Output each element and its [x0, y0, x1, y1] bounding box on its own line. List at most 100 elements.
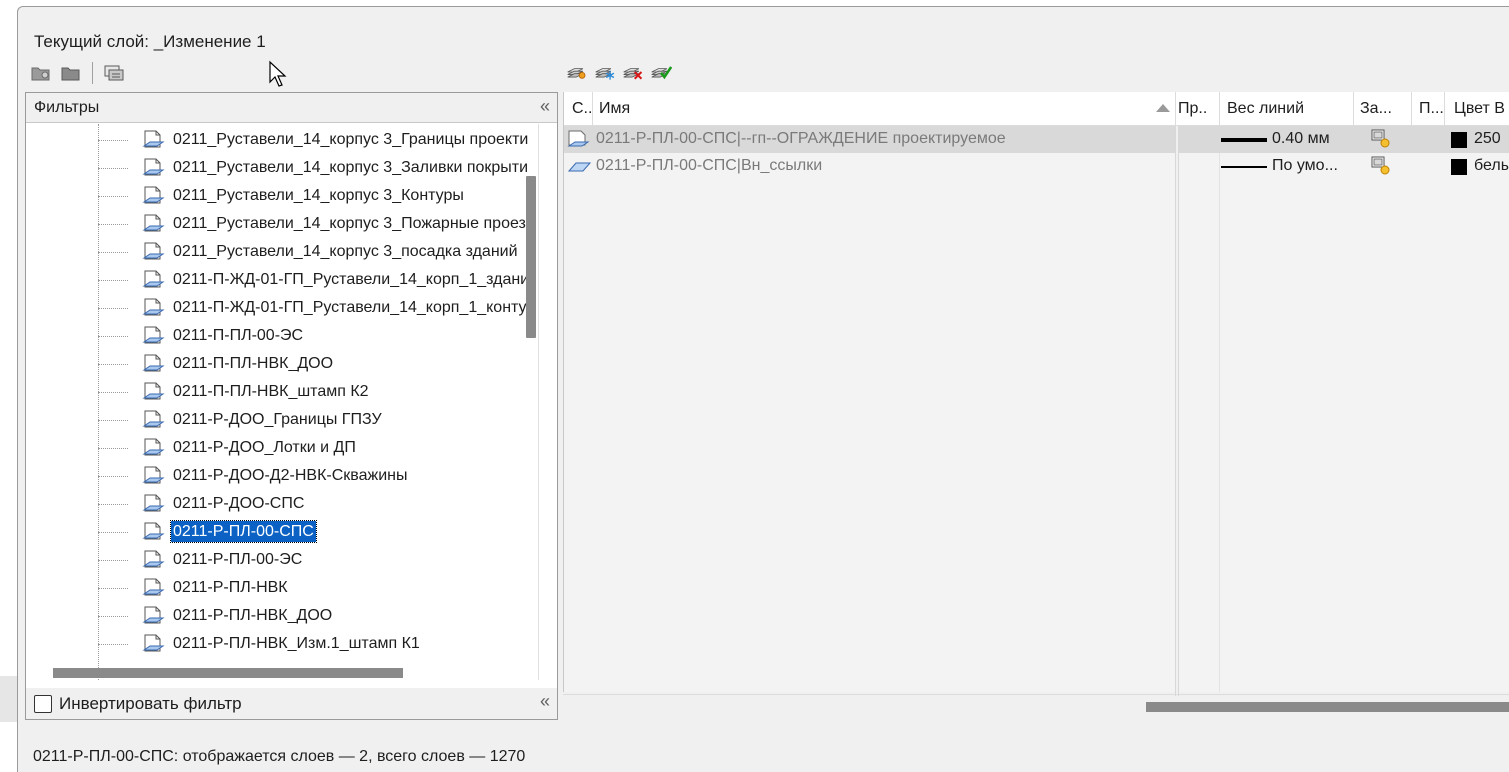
filter-tree-item-label: 0211-Р-ПЛ-НВК_Изм.1_штамп К1: [173, 635, 420, 652]
xref-filter-icon: [142, 381, 166, 403]
delete-layer-icon[interactable]: [622, 62, 644, 82]
layer-row[interactable]: 0211-Р-ПЛ-00-СПС|Вн_ссылки По умо... бел…: [564, 153, 1509, 180]
filter-tree-item[interactable]: 0211-Р-ДОО_Лотки и ДП: [26, 434, 536, 462]
vp-freeze-sun-icon[interactable]: [1370, 128, 1394, 150]
filter-tree-item[interactable]: 0211-Р-ДОО_Границы ГПЗУ: [26, 406, 536, 434]
filter-tree-item[interactable]: 0211-Р-ДОО-Д2-НВК-Скважины: [26, 462, 536, 490]
filter-tree-item[interactable]: 0211-П-ПЛ-00-ЭС: [26, 322, 536, 350]
collapse-bottom-button[interactable]: «: [540, 691, 550, 712]
filter-tree-item-label: 0211-Р-ДОО_Границы ГПЗУ: [173, 411, 382, 428]
filter-tree-item[interactable]: 0211-П-ЖД-01-ГП_Руставели_14_корп_1_конт…: [26, 294, 536, 322]
lineweight-sample: [1221, 166, 1267, 168]
filter-tree-item-label: 0211-Р-ДОО-Д2-НВК-Скважины: [173, 467, 408, 484]
tree-connector: [98, 448, 128, 449]
column-status[interactable]: С..: [572, 100, 592, 118]
left-strip-block: [0, 676, 18, 722]
column-separator[interactable]: [1353, 92, 1354, 126]
filter-tree-item-label: 0211-Р-ДОО-СПС: [173, 495, 305, 512]
filter-tree-item[interactable]: 0211-Р-ПЛ-00-ЭС: [26, 546, 536, 574]
column-lineweight[interactable]: Вес линий: [1227, 100, 1304, 118]
filter-tree-item[interactable]: 0211-Р-ПЛ-НВК_Изм.1_штамп К1: [26, 630, 536, 658]
column-separator[interactable]: [1219, 92, 1220, 126]
filter-tree-item-label: 0211_Руставели_14_корпус 3_Контуры: [173, 187, 464, 204]
column-freeze-new-vp[interactable]: За...: [1360, 100, 1392, 118]
filter-tree-item[interactable]: 0211_Руставели_14_корпус 3_Границы проек…: [26, 126, 536, 154]
tree-connector: [98, 196, 128, 197]
column-separator[interactable]: [592, 92, 593, 126]
filter-tree-item-label: 0211-П-ПЛ-НВК_ДОО: [173, 355, 334, 372]
new-layer-icon[interactable]: [566, 62, 588, 82]
xref-layer-icon: [566, 128, 592, 150]
vp-freeze-sun-icon[interactable]: [1370, 155, 1394, 177]
layers-grid-header: С.. Имя Пр.. Вес линий За... П... Цвет В: [564, 92, 1509, 126]
layer-name: 0211-Р-ПЛ-00-СПС|Вн_ссылки: [596, 157, 823, 174]
filter-tree-item-label: 0211_Руставели_14_корпус 3_Границы проек…: [173, 131, 529, 148]
current-layer-label: Текущий слой: _Изменение 1: [34, 32, 266, 51]
filter-tree: 0211_Руставели_14_корпус 3_Границы проек…: [26, 124, 536, 680]
filter-tree-item[interactable]: 0211-Р-ПЛ-00-СПС: [26, 518, 536, 546]
filter-tree-item[interactable]: 0211-Р-ДОО-СПС: [26, 490, 536, 518]
xref-filter-icon: [142, 577, 166, 599]
filter-tree-item-label: 0211-Р-ПЛ-НВК_ДОО: [173, 607, 333, 624]
invert-filter-label[interactable]: Инвертировать фильтр: [59, 694, 242, 714]
layer-color[interactable]: белы: [1474, 157, 1509, 175]
collapse-filters-button[interactable]: «: [540, 96, 550, 117]
filter-tree-item[interactable]: 0211-П-ПЛ-НВК_штамп К2: [26, 378, 536, 406]
tree-connector: [98, 644, 128, 645]
column-vp-color[interactable]: Цвет В: [1454, 100, 1505, 118]
tree-connector: [98, 168, 128, 169]
tree-connector: [98, 252, 128, 253]
tree-connector: [98, 616, 128, 617]
color-swatch[interactable]: [1451, 132, 1467, 148]
filter-tree-item-label: 0211_Руставели_14_корпус 3_Заливки покры…: [173, 159, 529, 176]
filter-tree-item[interactable]: 0211_Руставели_14_корпус 3_Заливки покры…: [26, 154, 536, 182]
filter-tree-item[interactable]: 0211_Руставели_14_корпус 3_посадка здани…: [26, 238, 536, 266]
layer-lineweight[interactable]: По умо...: [1272, 157, 1338, 175]
xref-filter-icon: [142, 297, 166, 319]
tree-connector: [98, 476, 128, 477]
xref-filter-icon: [142, 241, 166, 263]
tree-connector: [98, 420, 128, 421]
layer-color[interactable]: 250: [1474, 130, 1501, 148]
filter-tree-scroll-thumb[interactable]: [526, 176, 536, 338]
filter-tree-item[interactable]: 0211_Руставели_14_корпус 3_Контуры: [26, 182, 536, 210]
tree-connector: [98, 504, 128, 505]
column-separator[interactable]: [1175, 92, 1176, 126]
new-property-filter-icon[interactable]: [30, 63, 52, 83]
layer-states-manager-icon[interactable]: [103, 63, 125, 83]
column-separator[interactable]: [1444, 92, 1445, 126]
column-plot[interactable]: П...: [1419, 100, 1444, 118]
column-line: [1219, 126, 1220, 692]
tree-connector: [98, 308, 128, 309]
filter-tree-item[interactable]: 0211-П-ЖД-01-ГП_Руставели_14_корп_1_здан…: [26, 266, 536, 294]
toolbar-separator: [92, 62, 93, 84]
layer-row[interactable]: 0211-Р-ПЛ-00-СПС|--гп--ОГРАЖДЕНИЕ проект…: [564, 126, 1509, 153]
xref-filter-icon: [142, 157, 166, 179]
filter-tree-item[interactable]: 0211-Р-ПЛ-НВК_ДОО: [26, 602, 536, 630]
invert-filter-checkbox[interactable]: [34, 695, 52, 713]
new-group-filter-icon[interactable]: [60, 63, 82, 83]
tree-connector: [98, 140, 128, 141]
xref-filter-icon: [142, 633, 166, 655]
filter-tree-hscroll-thumb[interactable]: [53, 668, 403, 678]
new-layer-vp-frozen-icon[interactable]: [594, 62, 616, 82]
layer-lineweight[interactable]: 0.40 мм: [1272, 130, 1330, 148]
filter-tree-scrollbar[interactable]: [538, 124, 556, 680]
filter-tree-item[interactable]: 0211-П-ПЛ-НВК_ДОО: [26, 350, 536, 378]
set-current-icon[interactable]: [650, 62, 672, 82]
filter-tree-item[interactable]: 0211_Руставели_14_корпус 3_Пожарные прое…: [26, 210, 536, 238]
status-bar-text: 0211-Р-ПЛ-00-СПС: отображается слоев — 2…: [33, 748, 526, 765]
filter-tree-item-label: 0211-П-ПЛ-00-ЭС: [173, 327, 304, 344]
tree-connector: [98, 560, 128, 561]
grid-splitter[interactable]: [1175, 126, 1179, 696]
column-p[interactable]: Пр..: [1178, 100, 1218, 118]
filters-toolbar: [30, 62, 125, 84]
filter-tree-item[interactable]: 0211-Р-ПЛ-НВК: [26, 574, 536, 602]
filter-tree-item-label: 0211-Р-ПЛ-00-ЭС: [173, 551, 303, 568]
filter-tree-item-label: 0211-Р-ПЛ-00-СПС: [170, 520, 317, 543]
layers-grid-hscroll-thumb[interactable]: [1146, 702, 1509, 712]
filter-tree-item-label: 0211_Руставели_14_корпус 3_посадка здани…: [173, 243, 518, 260]
color-swatch[interactable]: [1451, 159, 1467, 175]
column-separator[interactable]: [1411, 92, 1412, 126]
column-name[interactable]: Имя: [599, 100, 630, 118]
